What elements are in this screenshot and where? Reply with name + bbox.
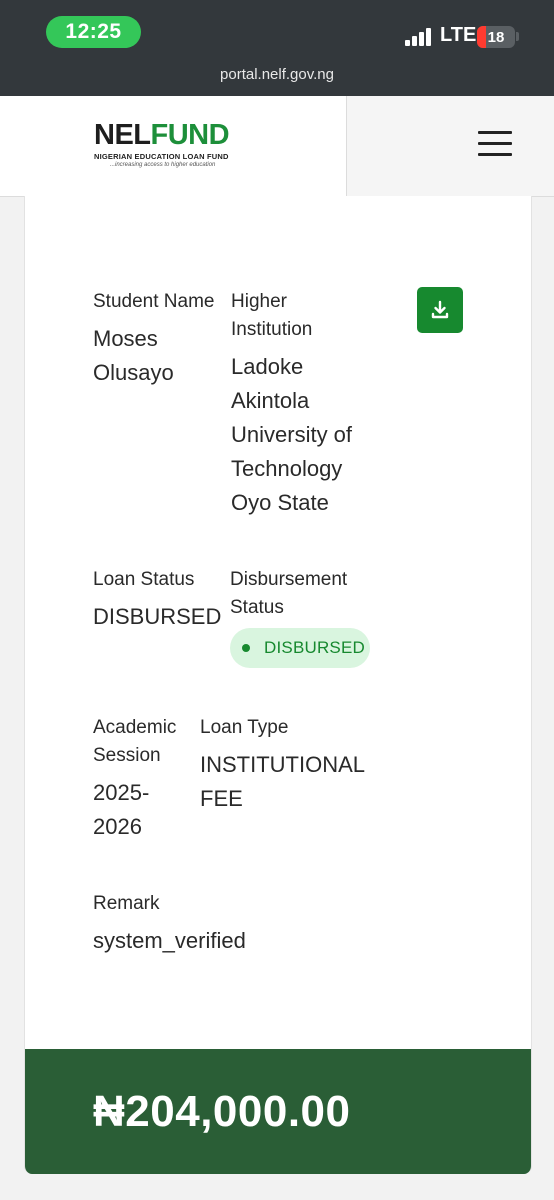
loan-status-label: Loan Status — [93, 569, 195, 590]
battery-icon: 18 — [477, 26, 515, 48]
site-header: NELFUND NIGERIAN EDUCATION LOAN FUND ...… — [0, 96, 554, 197]
logo-tagline: ...increasing access to higher education — [110, 162, 216, 168]
network-type: LTE — [440, 24, 477, 46]
institution-value: Ladoke Akintola University of Technology… — [231, 354, 353, 515]
academic-session-value: 2025-2026 — [93, 780, 150, 839]
remark-label: Remark — [93, 893, 160, 914]
battery-tip — [516, 32, 519, 41]
time-display: 12:25 — [46, 16, 141, 48]
disbursement-status-badge: DISBURSED — [230, 628, 370, 668]
status-dot-icon — [242, 644, 250, 652]
loan-type-value: INSTITUTIONAL FEE — [200, 752, 365, 811]
disbursement-status-value: DISBURSED — [264, 638, 365, 657]
logo-subtitle: NIGERIAN EDUCATION LOAN FUND — [94, 152, 229, 161]
academic-session-label: Academic Session — [93, 717, 177, 766]
battery-level: 18 — [487, 28, 505, 46]
loan-details-card: Student Name Moses Olusayo Higher Instit… — [24, 196, 532, 1174]
nelfund-logo[interactable]: NELFUND NIGERIAN EDUCATION LOAN FUND ...… — [94, 119, 230, 168]
download-button[interactable] — [417, 287, 463, 333]
loan-amount: ₦204,000.00 — [93, 1087, 351, 1136]
loan-status-value: DISBURSED — [93, 604, 222, 629]
download-icon — [431, 300, 449, 319]
signal-strength-icon — [405, 28, 433, 46]
institution-label: Higher Institution — [231, 291, 313, 340]
address-bar-url[interactable]: portal.nelf.gov.ng — [0, 66, 554, 83]
loan-type-label: Loan Type — [200, 717, 289, 738]
hamburger-menu-icon[interactable] — [478, 131, 512, 157]
logo-text-fund: FUND — [150, 119, 230, 151]
student-name-label: Student Name — [93, 291, 215, 312]
status-bar: 12:25 LTE 18 portal.nelf.gov.ng — [0, 0, 554, 96]
menu-toggle-area[interactable] — [346, 96, 554, 196]
disbursement-status-label: Disbursement Status — [230, 569, 348, 618]
logo-text-nel: NEL — [94, 119, 151, 151]
remark-value: system_verified — [93, 928, 246, 953]
student-name-value: Moses Olusayo — [93, 326, 174, 385]
loan-amount-bar: ₦204,000.00 — [25, 1049, 531, 1174]
